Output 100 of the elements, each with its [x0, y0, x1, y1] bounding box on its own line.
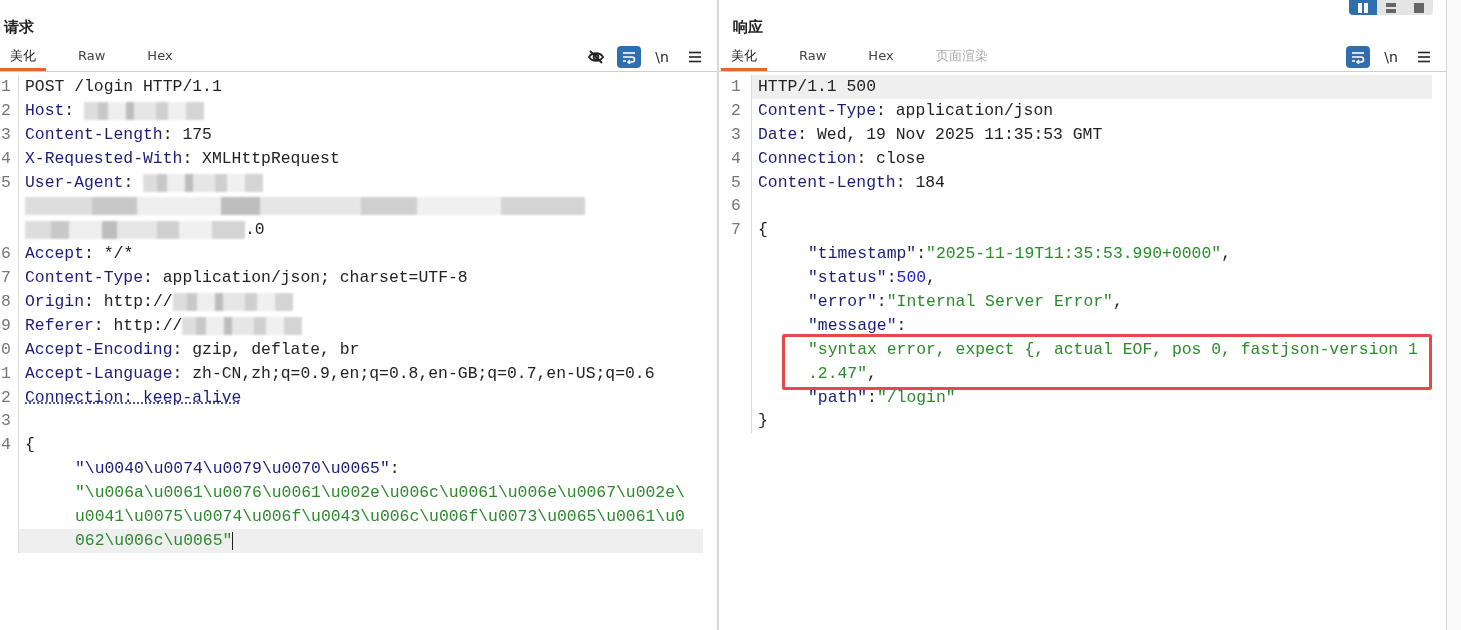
view-tab[interactable]: Hex	[858, 43, 904, 71]
code-text: :	[886, 267, 897, 290]
code-text: .2.47"	[808, 362, 868, 385]
wrap-icon[interactable]	[1346, 46, 1370, 68]
newline-toggle[interactable]: \n	[1379, 46, 1403, 68]
code-text: : Wed, 19 Nov 2025 11:35:53 GMT	[797, 123, 1103, 146]
line-number: 5	[731, 172, 741, 192]
code-text: : XMLHttpRequest	[182, 147, 340, 170]
code-text: "path"	[808, 386, 868, 409]
code-text: : application/json; charset=UTF-8	[143, 267, 468, 290]
code-text: : zh-CN,zh;q=0.9,en;q=0.8,en-GB;q=0.7,en-US;q=0.6	[172, 362, 655, 385]
code-text: "message"	[808, 314, 897, 337]
line-number: 9	[1, 315, 11, 335]
line-number: 1	[1, 363, 11, 383]
line-number: 4	[1, 148, 11, 168]
code-text: :	[389, 458, 400, 481]
code-text: :	[896, 314, 907, 337]
code-text: : http://	[93, 314, 183, 337]
code-text: : close	[856, 147, 926, 170]
code-text: :	[64, 99, 76, 122]
code-text: {	[25, 434, 35, 457]
code-text: Content-Length	[758, 171, 896, 194]
line-number: 3	[731, 124, 741, 144]
code-text: Connection: keep-alive	[25, 386, 242, 409]
rows-layout-button[interactable]	[1377, 0, 1405, 15]
columns-icon	[1357, 1, 1369, 14]
code-text: Content-Type	[25, 267, 144, 290]
code-text: ,	[867, 362, 877, 385]
line-number: 0	[1, 339, 11, 359]
code-text: u0041\u0075\u0074\u006f\u0043\u006c\u006f\u0073\u0065\u0061\u0	[75, 506, 685, 529]
line-number: 3	[1, 411, 11, 431]
line-number: 7	[1, 268, 11, 288]
code-text: Content-Type	[758, 99, 877, 122]
newline-toggle[interactable]: \n	[650, 46, 674, 68]
code-text: Accept	[25, 243, 85, 266]
line-number: 1	[1, 77, 11, 96]
line-number: 1	[731, 77, 741, 96]
wrap-icon[interactable]	[617, 46, 641, 68]
code-text: : 184	[895, 171, 945, 194]
line-number: 2	[1, 100, 11, 120]
code-text: : application/json	[876, 99, 1054, 122]
code-text: : http://	[84, 291, 173, 313]
pane-title: 请求	[2, 17, 34, 38]
code-text: : 175	[162, 123, 212, 146]
code-text: "timestamp"	[808, 243, 917, 266]
pane-title: 响应	[732, 17, 763, 38]
code-text: Content-Length	[25, 123, 163, 146]
view-tab[interactable]: Hex	[137, 43, 183, 71]
line-number: 6	[731, 196, 741, 216]
code-text: Host	[25, 99, 65, 122]
code-text: "Internal Server Error"	[886, 291, 1113, 313]
code-text: }	[758, 410, 768, 433]
code-text: ,	[1221, 243, 1231, 266]
line-number: 4	[1, 435, 11, 455]
line-number: 3	[1, 124, 11, 144]
code-text: POST /login HTTP/1.1	[25, 76, 222, 98]
line-number: 8	[1, 292, 11, 311]
code-text: :	[123, 171, 135, 194]
line-number: 4	[731, 148, 741, 168]
line-number: 2	[731, 100, 741, 120]
code-text: Date	[758, 123, 798, 146]
code-text: ,	[926, 267, 936, 290]
line-number: 2	[1, 387, 11, 407]
single-layout-button[interactable]	[1405, 0, 1433, 15]
code-text: {	[758, 219, 768, 242]
code-text: 500	[896, 267, 927, 290]
code-text: User-Agent	[25, 171, 124, 194]
code-text: Accept-Language	[25, 362, 173, 385]
code-text: "error"	[808, 291, 877, 313]
line-number: 5	[1, 172, 11, 192]
code-text: :	[916, 243, 927, 266]
code-text: .0	[245, 219, 265, 242]
columns-layout-button[interactable]	[1349, 0, 1377, 15]
square-icon	[1413, 1, 1425, 14]
code-text: "\u006a\u0061\u0076\u0061\u002e\u006c\u0061\u006e\u0067\u002e\	[75, 482, 685, 505]
rows-icon	[1385, 1, 1397, 14]
view-tab[interactable]: 美化	[0, 43, 46, 71]
code-text: "2025-11-19T11:35:53.990+0000"	[926, 243, 1222, 266]
code-text: "/login"	[876, 386, 956, 409]
line-number: 7	[731, 220, 741, 240]
code-text: ,	[1112, 291, 1123, 313]
code-text: Connection	[758, 147, 857, 170]
text-cursor	[232, 531, 234, 550]
code-text: Accept-Encoding	[25, 338, 173, 361]
view-tab[interactable]: Raw	[68, 43, 116, 71]
view-tab[interactable]: 美化	[721, 43, 767, 71]
code-text: : */*	[84, 243, 134, 266]
code-text: 062\u006c\u0065"	[75, 529, 233, 552]
line-number: 6	[1, 244, 11, 264]
code-text: "syntax error, expect {, actual EOF, pos 0, fastjson-version 1	[808, 338, 1418, 361]
code-text: HTTP/1.1 500	[758, 76, 877, 98]
code-text: Origin	[25, 291, 85, 313]
code-text: "\u0040\u0074\u0079\u0070\u0065"	[75, 458, 390, 481]
code-text: X-Requested-With	[25, 147, 183, 170]
code-text: : gzip, deflate, br	[172, 338, 360, 361]
code-text: Referer	[25, 314, 94, 337]
code-text: "status"	[808, 267, 887, 290]
view-tab[interactable]: Raw	[789, 43, 837, 71]
code-text: :	[876, 291, 887, 313]
code-text: :	[867, 386, 877, 409]
